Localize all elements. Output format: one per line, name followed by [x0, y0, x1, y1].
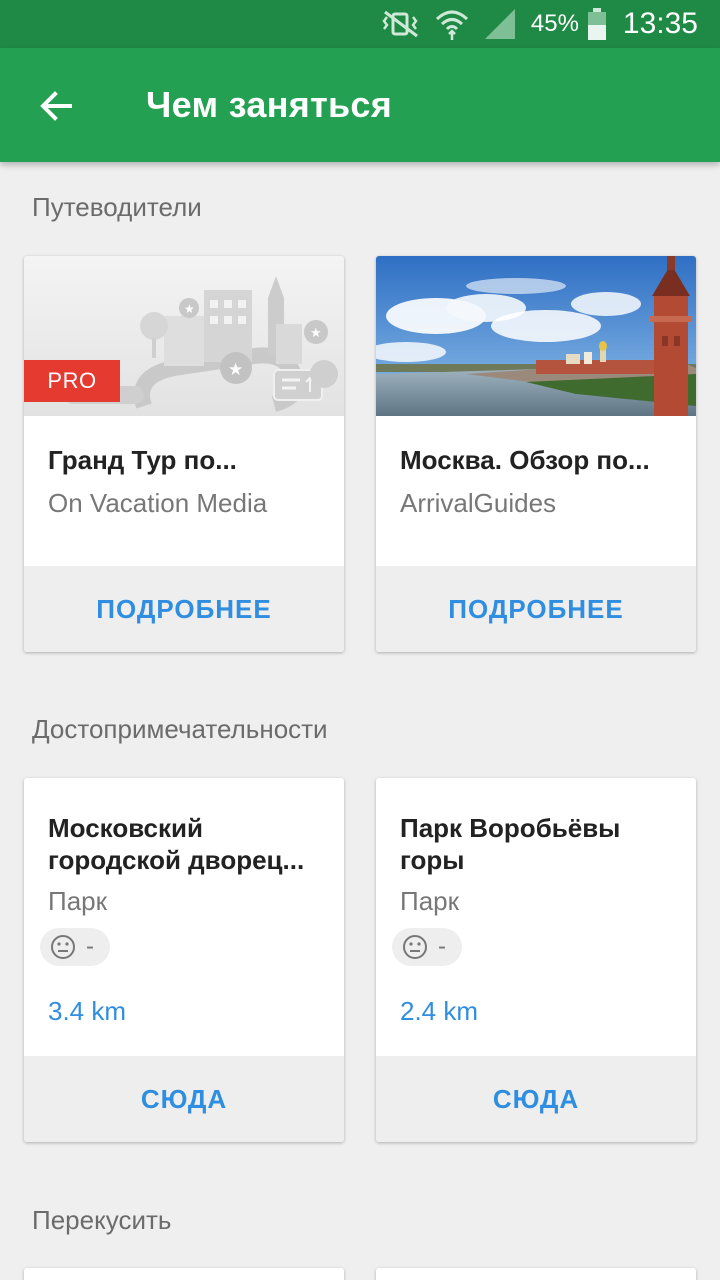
rating-chip: - — [40, 928, 110, 966]
guide-card-grand-tour[interactable]: ★ ★ ★ PRO Гранд Тур по... On Vacation Me… — [24, 256, 344, 652]
wifi-icon — [435, 7, 469, 41]
sight-category: Парк — [48, 886, 107, 916]
neutral-face-icon — [51, 935, 75, 959]
details-button[interactable]: ПОДРОБНЕЕ — [24, 566, 344, 652]
neutral-face-icon — [403, 935, 427, 959]
svg-text:★: ★ — [310, 326, 322, 341]
app-bar: Чем заняться — [0, 48, 720, 162]
route-here-button[interactable]: СЮДА — [24, 1056, 344, 1142]
status-icons: 45% 13:35 — [381, 6, 698, 42]
pro-badge: PRO — [24, 360, 120, 402]
arrow-back-icon — [40, 91, 72, 121]
guide-title: Гранд Тур по... — [48, 445, 237, 475]
sight-title: Московский городской дворец... — [48, 813, 305, 875]
battery-icon — [587, 7, 607, 41]
section-title-sights: Достопримечательности — [32, 714, 328, 744]
svg-text:★: ★ — [228, 360, 243, 380]
mute-vibrate-icon — [381, 9, 421, 39]
status-bar: 45% 13:35 — [0, 0, 720, 48]
cell-signal-icon — [483, 7, 517, 41]
rating-value: - — [438, 933, 446, 960]
page-title: Чем заняться — [146, 84, 393, 125]
sight-card-sparrow-hills[interactable]: Парк Воробьёвы горы Парк - 2.4 km СЮДА — [376, 778, 696, 1142]
rating-value: - — [86, 933, 94, 960]
snack-card-partial[interactable] — [376, 1268, 696, 1280]
route-here-button[interactable]: СЮДА — [376, 1056, 696, 1142]
snack-card-partial[interactable] — [24, 1268, 344, 1280]
section-title-snacks: Перекусить — [32, 1205, 172, 1235]
guide-card-moscow-overview[interactable]: Москва. Обзор по... ArrivalGuides ПОДРОБ… — [376, 256, 696, 652]
kremlin-photo — [376, 256, 696, 416]
distance-label: 2.4 km — [400, 996, 479, 1026]
svg-text:★: ★ — [184, 302, 195, 316]
section-title-guides: Путеводители — [32, 192, 202, 222]
details-button[interactable]: ПОДРОБНЕЕ — [376, 566, 696, 652]
guide-publisher: ArrivalGuides — [400, 488, 557, 518]
guide-title: Москва. Обзор по... — [400, 445, 650, 475]
sight-card-palace[interactable]: Московский городской дворец... Парк - 3.… — [24, 778, 344, 1142]
battery-percent: 45% — [530, 10, 579, 37]
sight-category: Парк — [400, 886, 459, 916]
clock: 13:35 — [622, 7, 698, 40]
back-button[interactable] — [30, 80, 82, 132]
rating-chip: - — [392, 928, 462, 966]
sight-title: Парк Воробьёвы горы — [400, 813, 621, 875]
distance-label: 3.4 km — [48, 996, 127, 1026]
guide-publisher: On Vacation Media — [48, 488, 268, 518]
